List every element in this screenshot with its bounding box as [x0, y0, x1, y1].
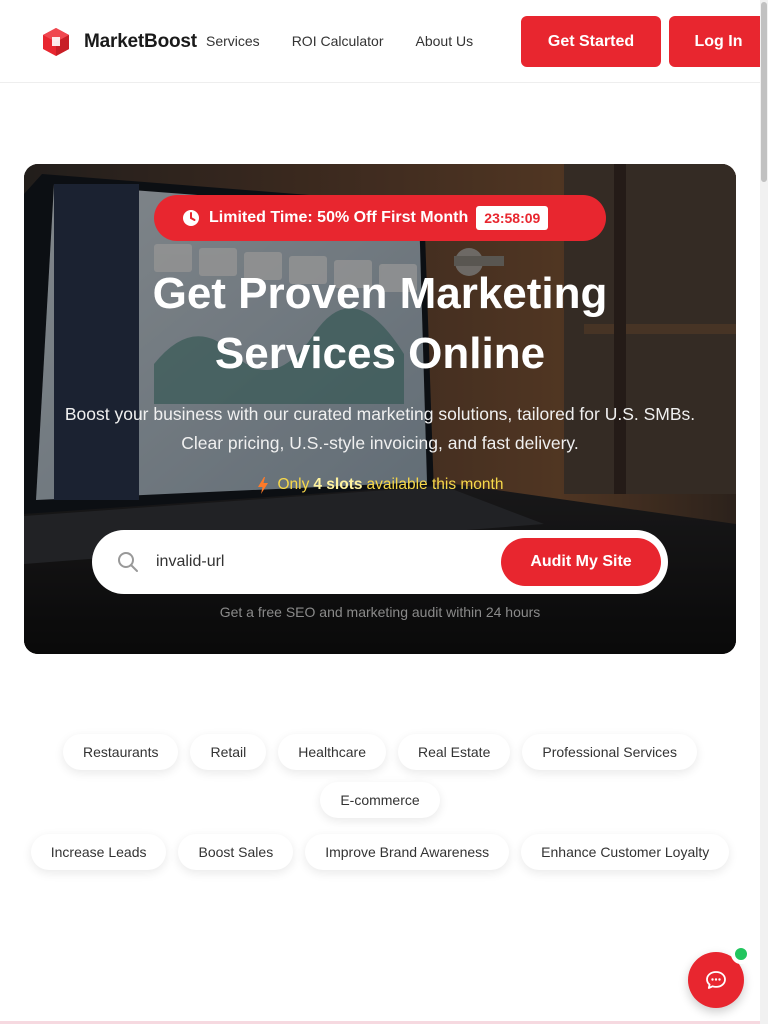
search-icon	[118, 552, 138, 572]
goal-chip-increase-leads[interactable]: Increase Leads	[30, 834, 167, 870]
nav-services[interactable]: Services	[206, 33, 260, 49]
slots-availability: Only 4 slots available this month	[24, 476, 736, 494]
industry-chip-professional-services[interactable]: Professional Services	[522, 734, 697, 770]
get-started-button[interactable]: Get Started	[521, 16, 661, 67]
clock-icon	[183, 210, 199, 226]
hero-title: Get Proven Marketing Services Online	[24, 264, 736, 384]
nav-about-us[interactable]: About Us	[416, 33, 474, 49]
login-button[interactable]: Log In	[669, 16, 768, 67]
slots-suffix: available this month	[366, 476, 504, 493]
audit-my-site-button[interactable]: Audit My Site	[501, 538, 661, 586]
cube-icon	[43, 28, 69, 56]
vertical-scrollbar[interactable]	[760, 0, 768, 1024]
hero-subtitle: Boost your business with our curated mar…	[64, 404, 696, 453]
industry-chip-ecommerce[interactable]: E-commerce	[320, 782, 440, 818]
site-header: MarketBoost Services ROI Calculator Abou…	[0, 0, 768, 83]
goal-chip-customer-loyalty[interactable]: Enhance Customer Loyalty	[521, 834, 730, 870]
countdown-timer: 23:58:09	[476, 206, 549, 230]
hero-banner: Limited Time: 50% Off First Month 23:58:…	[24, 164, 736, 654]
promo-text: Limited Time: 50% Off First Month	[209, 209, 469, 226]
industry-chip-healthcare[interactable]: Healthcare	[278, 734, 386, 770]
audit-search-bar: Audit My Site	[92, 530, 668, 594]
main-nav: Services ROI Calculator About Us	[206, 33, 473, 49]
website-url-input[interactable]	[156, 550, 486, 574]
online-status-dot	[731, 944, 751, 964]
slots-prefix: Only	[277, 476, 310, 493]
brand-name: MarketBoost	[84, 31, 197, 52]
goal-chip-brand-awareness[interactable]: Improve Brand Awareness	[305, 834, 510, 870]
audit-note: Get a free SEO and marketing audit withi…	[219, 604, 541, 620]
nav-roi-calculator[interactable]: ROI Calculator	[292, 33, 384, 49]
lightning-icon	[257, 476, 268, 494]
slots-count: 4 slots	[313, 476, 363, 493]
goal-chip-boost-sales[interactable]: Boost Sales	[178, 834, 294, 870]
goal-chips: Increase Leads Boost Sales Improve Brand…	[24, 834, 736, 882]
chat-bubble-icon	[706, 971, 726, 989]
industry-chip-retail[interactable]: Retail	[190, 734, 267, 770]
hero-title-line-1: Get Proven Marketing	[152, 269, 608, 318]
scrollbar-thumb[interactable]	[761, 2, 767, 182]
industry-chips: Restaurants Retail Healthcare Real Estat…	[24, 734, 736, 830]
industry-chip-real-estate[interactable]: Real Estate	[397, 734, 511, 770]
promo-badge: Limited Time: 50% Off First Month 23:58:…	[154, 195, 606, 241]
brand-logo[interactable]: MarketBoost	[41, 27, 197, 57]
hero-title-line-2: Services Online	[214, 329, 546, 378]
industry-chip-restaurants[interactable]: Restaurants	[63, 734, 179, 770]
